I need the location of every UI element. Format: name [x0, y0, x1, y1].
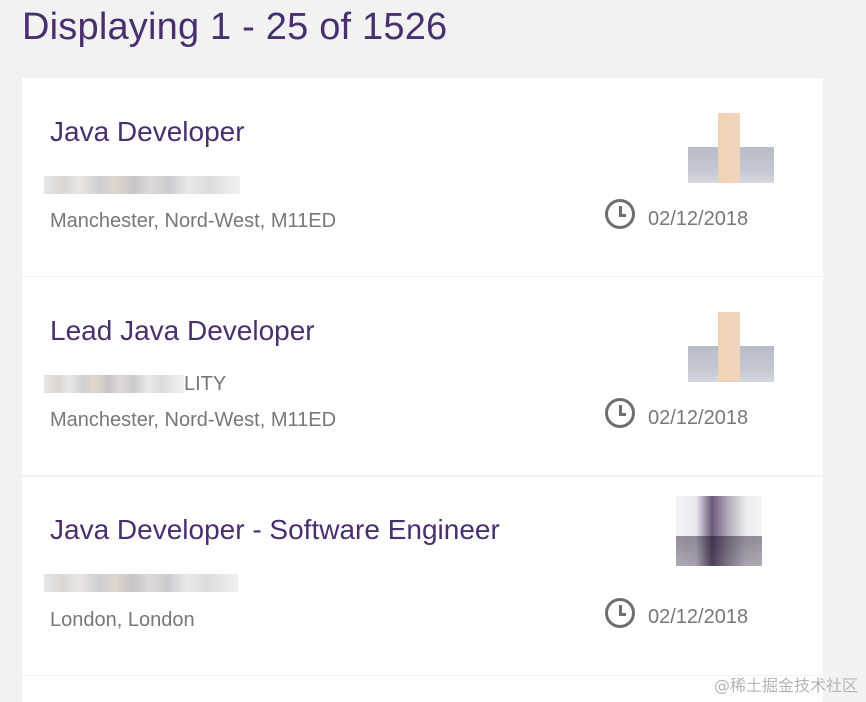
job-card[interactable]: Lead Java Developer LITY Manchester, Nor… [22, 277, 823, 475]
job-card-partial[interactable] [22, 676, 823, 702]
job-location: Manchester, Nord-West, M11ED [50, 409, 337, 431]
job-title-link[interactable]: Java Developer [50, 116, 245, 148]
posted-date: 02/12/2018 [648, 606, 749, 628]
clock-icon [605, 199, 635, 229]
clock-icon [605, 398, 635, 428]
company-logo[interactable] [676, 496, 762, 566]
company-logo[interactable] [688, 113, 774, 183]
redacted-company-blur [44, 375, 184, 393]
company-name-text: LITY [184, 372, 227, 395]
company-name [44, 175, 240, 195]
job-location: London, London [50, 609, 195, 631]
posted-date: 02/12/2018 [648, 208, 749, 230]
job-location: Manchester, Nord-West, M11ED [50, 210, 337, 232]
company-logo[interactable] [688, 312, 774, 382]
job-title-link[interactable]: Java Developer - Software Engineer [50, 514, 500, 546]
company-name [44, 573, 238, 593]
job-card[interactable]: Java Developer - Software Engineer Londo… [22, 477, 823, 675]
results-summary: Displaying 1 - 25 of 1526 [22, 6, 448, 48]
clock-icon [605, 598, 635, 628]
watermark-text: @稀土掘金技术社区 [713, 676, 858, 695]
redacted-company-blur [44, 176, 240, 194]
company-name: LITY [44, 372, 227, 395]
posted-date: 02/12/2018 [648, 407, 749, 429]
job-card[interactable]: Java Developer Manchester, Nord-West, M1… [22, 78, 823, 276]
redacted-company-blur [44, 574, 238, 592]
job-title-link[interactable]: Lead Java Developer [50, 315, 315, 347]
